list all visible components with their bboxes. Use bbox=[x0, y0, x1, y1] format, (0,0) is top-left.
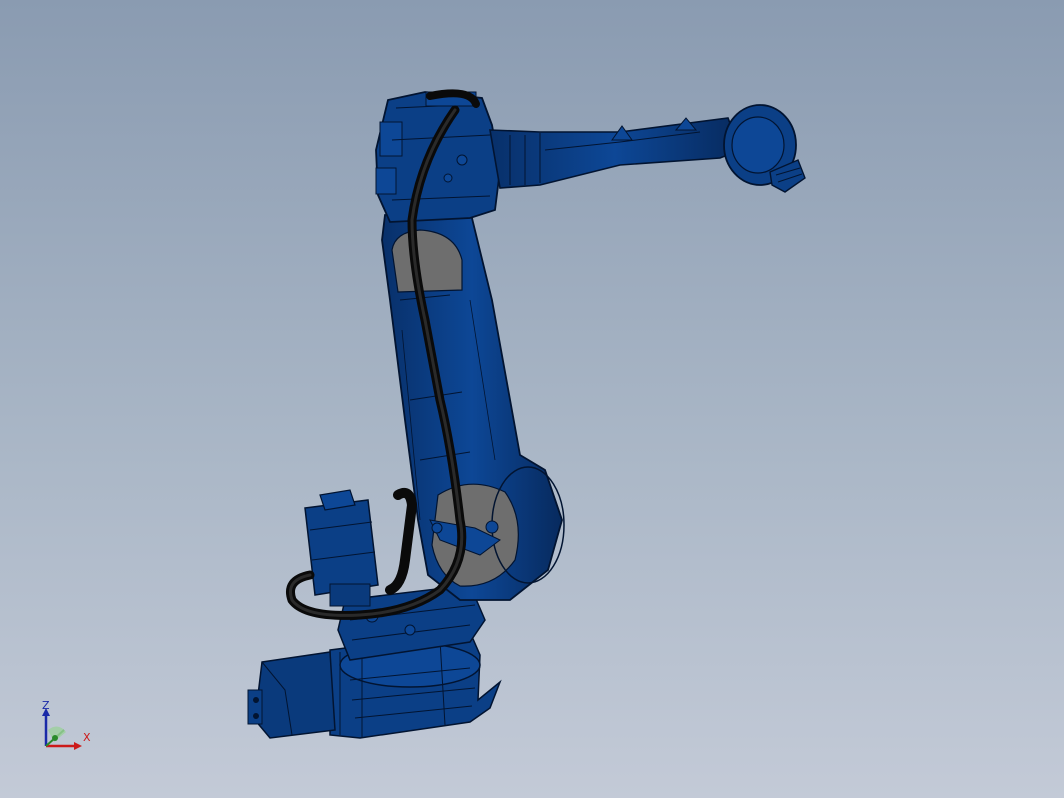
upper-arm[interactable] bbox=[489, 117, 742, 189]
elbow-housing[interactable] bbox=[375, 91, 501, 223]
wrist-assembly[interactable] bbox=[723, 104, 806, 193]
robot-arm-model[interactable] bbox=[0, 0, 1064, 798]
coordinate-triad: Z X bbox=[36, 700, 96, 752]
graphics-viewport[interactable]: Z X bbox=[0, 0, 1064, 798]
base-motor[interactable] bbox=[304, 489, 379, 607]
x-axis-label: X bbox=[83, 731, 91, 744]
z-axis-label: Z bbox=[42, 699, 50, 712]
